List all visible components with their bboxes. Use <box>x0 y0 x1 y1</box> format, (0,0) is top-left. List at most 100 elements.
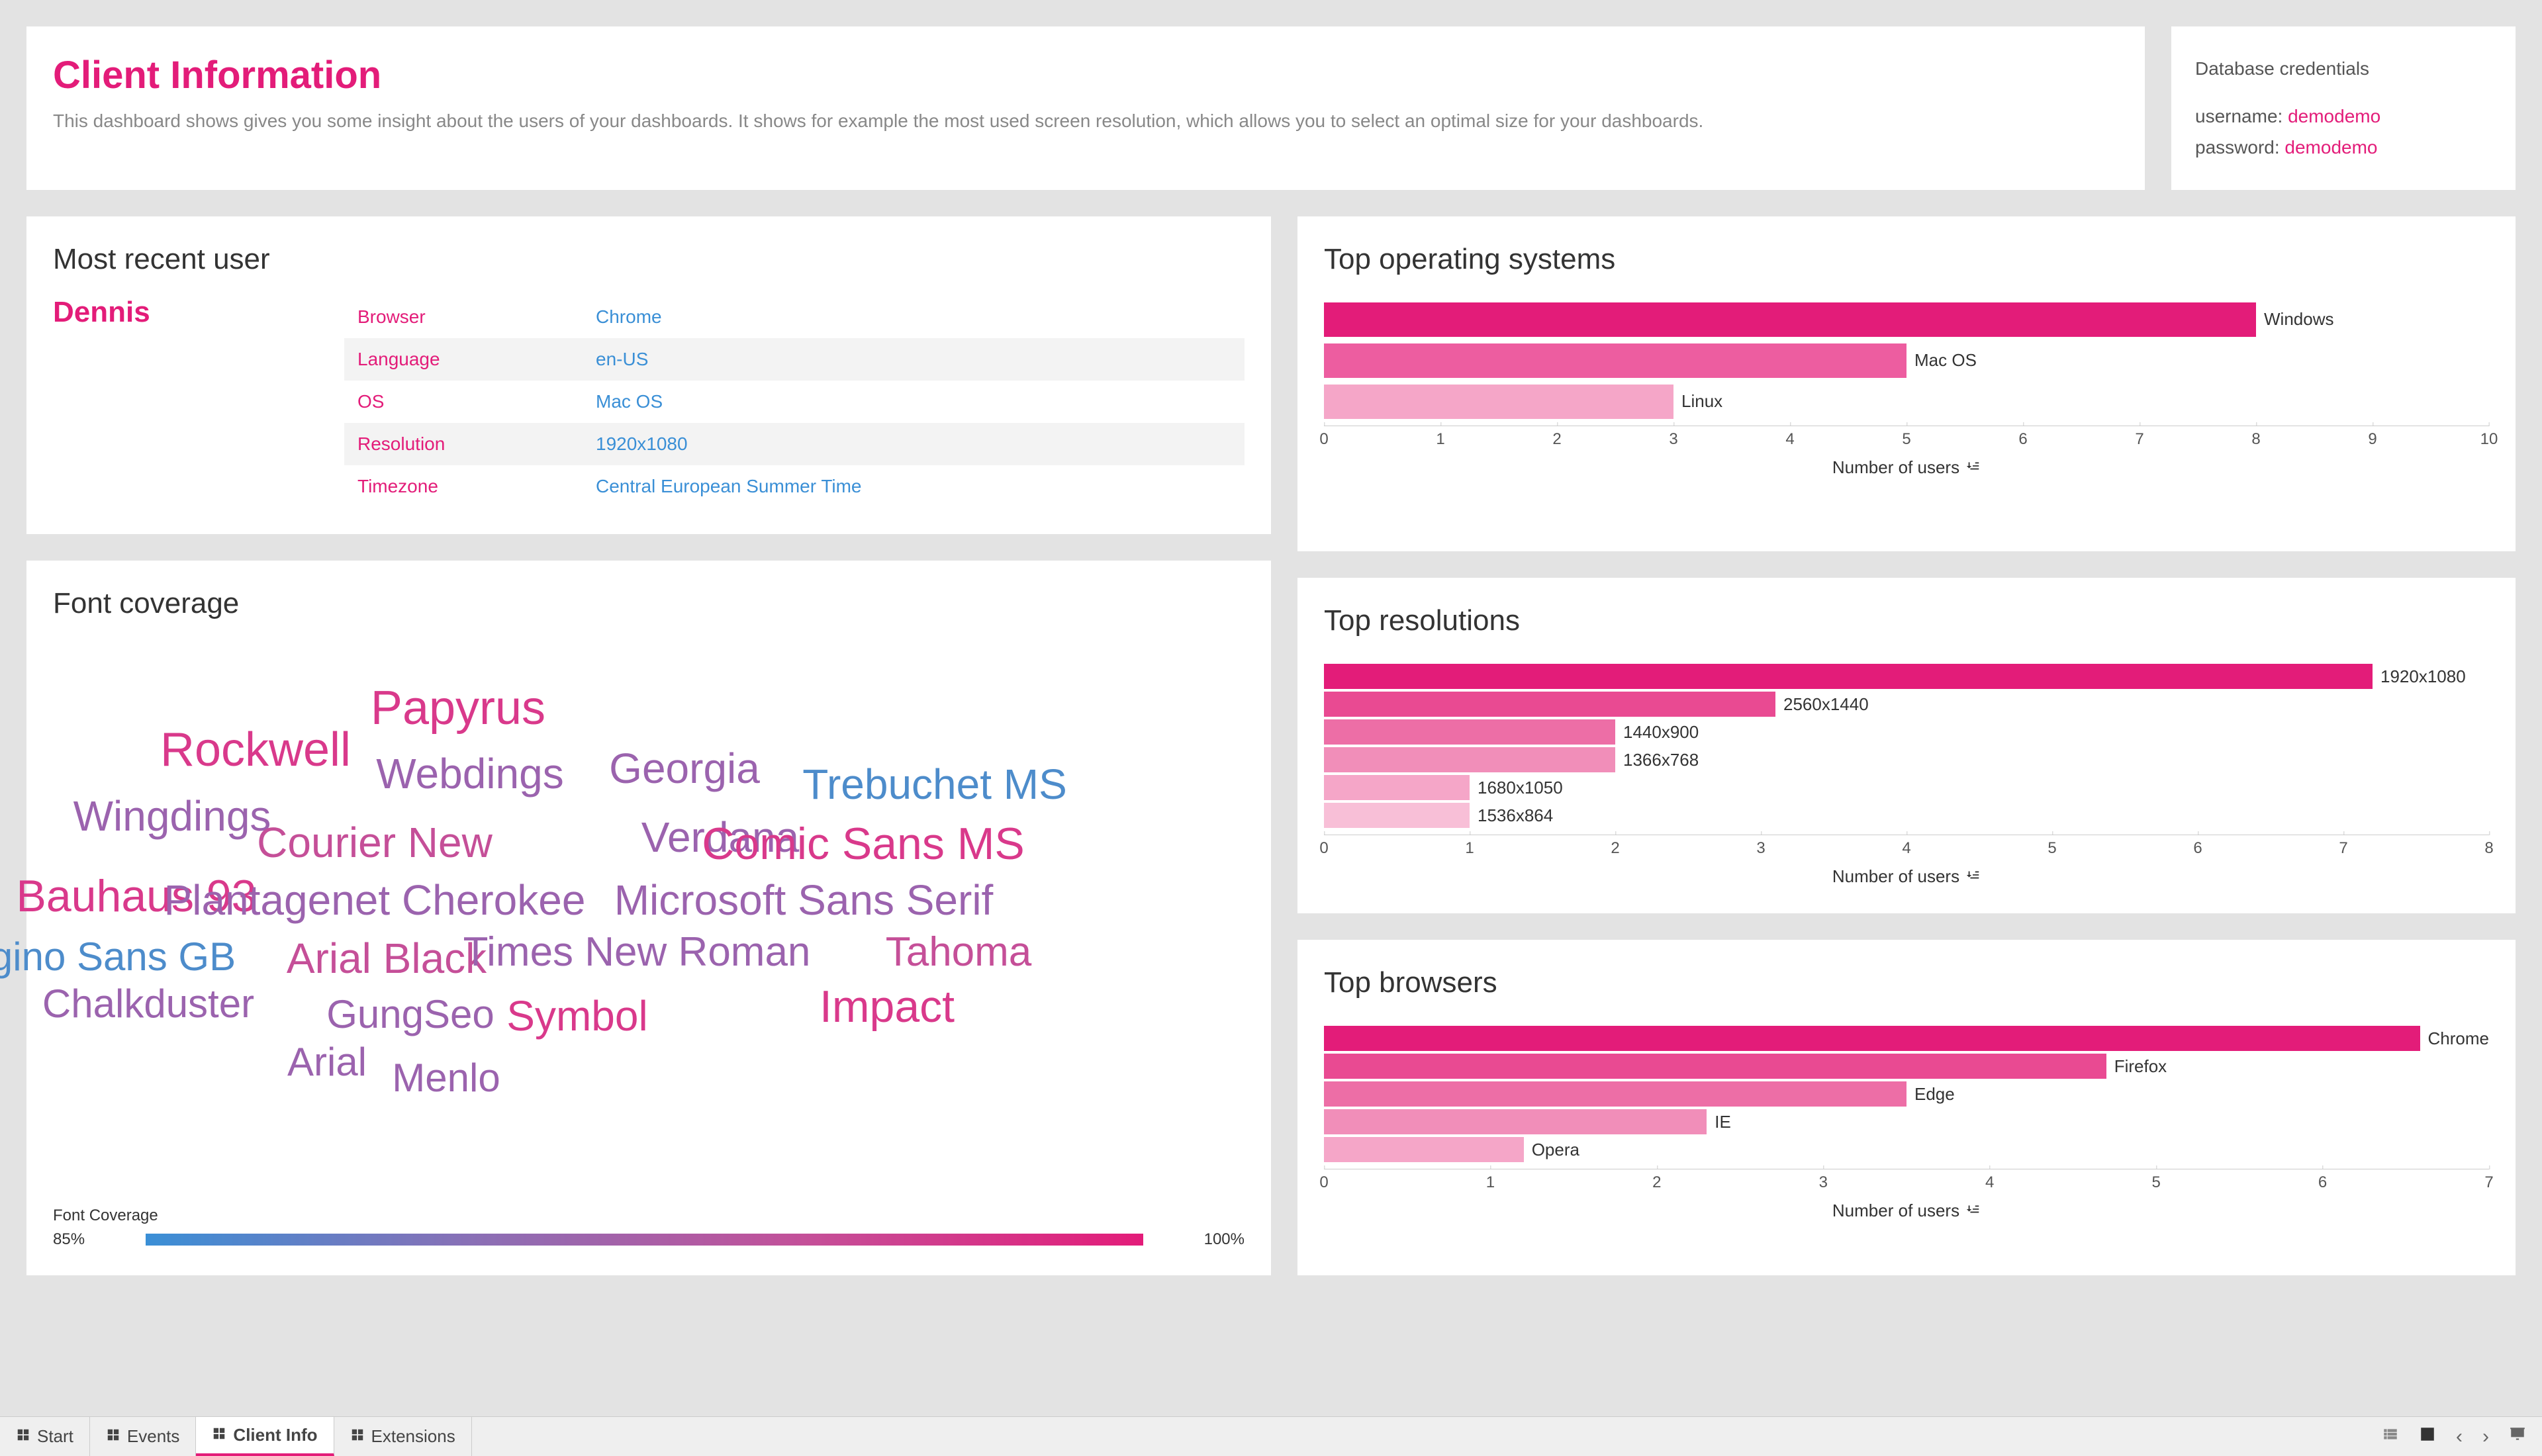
bar-label: Linux <box>1681 391 1722 412</box>
bar[interactable] <box>1324 719 1615 745</box>
wordcloud-word[interactable]: Hiragino Sans GB <box>0 934 236 979</box>
bar-row[interactable]: Chrome <box>1324 1026 2489 1051</box>
bar-row[interactable]: Linux <box>1324 385 2489 419</box>
mru-row: BrowserChrome <box>344 296 1245 338</box>
mru-value: Mac OS <box>596 391 663 412</box>
top-res-bars[interactable]: 1920x1080 2560x1440 1440x9001366x768 1680x1… <box>1324 657 2489 828</box>
font-coverage-gradient <box>146 1234 1143 1246</box>
wordcloud-word[interactable]: Symbol <box>506 991 647 1040</box>
bar-row[interactable]: 1536x864 <box>1324 803 2489 828</box>
wordcloud-word[interactable]: Wingdings <box>73 792 271 841</box>
credentials-username-label: username: <box>2195 106 2288 126</box>
bar-label: Opera <box>1532 1140 1579 1160</box>
bar-row[interactable]: 1680x1050 <box>1324 775 2489 800</box>
bar-label: Chrome <box>2428 1028 2489 1049</box>
axis-tick: 1 <box>1465 835 1474 858</box>
axis-tick: 2 <box>1652 1169 1661 1192</box>
wordcloud-word[interactable]: Arial <box>287 1039 367 1085</box>
bar-row[interactable]: Edge <box>1324 1081 2489 1107</box>
wordcloud-word[interactable]: Impact <box>820 981 955 1032</box>
tab-start[interactable]: Start <box>0 1417 90 1456</box>
bar[interactable] <box>1324 1109 1707 1134</box>
bar-row[interactable]: 1366x768 <box>1324 747 2489 772</box>
bar[interactable] <box>1324 1137 1524 1162</box>
axis-tick: 0 <box>1319 426 1328 449</box>
bar[interactable] <box>1324 803 1470 828</box>
bar[interactable] <box>1324 1026 2420 1051</box>
bar-row[interactable]: 1920x1080 <box>1324 664 2489 689</box>
top-browsers-axis: 01234567 <box>1324 1169 2489 1195</box>
axis-tick: 1 <box>1486 1169 1495 1192</box>
wordcloud-word[interactable]: Times New Roman <box>463 929 811 976</box>
wordcloud-word[interactable]: Georgia <box>609 744 760 793</box>
tab-events[interactable]: Events <box>90 1417 197 1456</box>
bar-label: 1680x1050 <box>1478 778 1563 798</box>
wordcloud-word[interactable]: Comic Sans MS <box>702 818 1024 870</box>
nav-next-icon[interactable]: › <box>2482 1426 2489 1448</box>
bar-row[interactable]: Mac OS <box>1324 343 2489 378</box>
mru-label: Resolution <box>357 433 596 455</box>
top-browsers-axis-title: Number of users <box>1324 1201 2489 1221</box>
wordcloud-word[interactable]: Trebuchet MS <box>802 760 1067 809</box>
credentials-password-row: password: demodemo <box>2195 132 2492 163</box>
bar-row[interactable]: Windows <box>1324 302 2489 337</box>
present-icon[interactable] <box>2509 1426 2526 1448</box>
font-coverage-legend-title: Font Coverage <box>53 1206 1245 1225</box>
bar[interactable] <box>1324 747 1615 772</box>
credentials-password-value: demodemo <box>2284 137 2377 158</box>
tab-bar: StartEventsClient InfoExtensions ‹ › <box>0 1416 2542 1456</box>
sort-desc-icon[interactable] <box>1966 866 1981 887</box>
wordcloud-word[interactable]: Tahoma <box>886 929 1032 976</box>
tab-client-info[interactable]: Client Info <box>196 1417 334 1456</box>
bar[interactable] <box>1324 385 1673 419</box>
bar-row[interactable]: 1440x900 <box>1324 719 2489 745</box>
bar[interactable] <box>1324 692 1775 717</box>
credentials-title: Database credentials <box>2195 53 2492 85</box>
sort-desc-icon[interactable] <box>1966 457 1981 478</box>
sort-desc-icon[interactable] <box>1966 1201 1981 1221</box>
font-coverage-legend: Font Coverage 85% 100% <box>53 1206 1245 1249</box>
bar[interactable] <box>1324 664 2373 689</box>
bar[interactable] <box>1324 302 2256 337</box>
font-coverage-legend-hi: 100% <box>1204 1230 1245 1249</box>
wordcloud-word[interactable]: Rockwell <box>160 723 351 777</box>
bar[interactable] <box>1324 775 1470 800</box>
tab-extensions[interactable]: Extensions <box>334 1417 472 1456</box>
view-grid-icon[interactable] <box>2419 1426 2436 1448</box>
bar[interactable] <box>1324 343 1906 378</box>
axis-tick: 7 <box>2135 426 2143 449</box>
bar-row[interactable]: IE <box>1324 1109 2489 1134</box>
credentials-username-value: demodemo <box>2288 106 2380 126</box>
bar[interactable] <box>1324 1054 2106 1079</box>
font-coverage-legend-lo: 85% <box>53 1230 85 1249</box>
bar-row[interactable]: 2560x1440 <box>1324 692 2489 717</box>
view-list-icon[interactable] <box>2382 1426 2399 1448</box>
axis-tick: 6 <box>2018 426 2027 449</box>
wordcloud-word[interactable]: Webdings <box>376 749 563 798</box>
bar-row[interactable]: Firefox <box>1324 1054 2489 1079</box>
font-coverage-title: Font coverage <box>53 587 1245 620</box>
wordcloud-word[interactable]: GungSeo <box>326 991 494 1037</box>
mru-user-name: Dennis <box>53 296 344 508</box>
bar-row[interactable]: Opera <box>1324 1137 2489 1162</box>
wordcloud-word[interactable]: Arial Black <box>287 934 487 983</box>
header-card: Client Information This dashboard shows … <box>26 26 2145 190</box>
bar-label: 2560x1440 <box>1783 694 1869 715</box>
wordcloud-word[interactable]: Chalkduster <box>42 981 254 1026</box>
mru-label: Language <box>357 349 596 370</box>
top-browsers-bars[interactable]: Chrome FirefoxEdgeIE Opera <box>1324 1019 2489 1162</box>
font-coverage-wordcloud[interactable]: Papyrus Rockwell Webdings Georgia Trebuchet … <box>53 660 1245 1187</box>
top-os-bars[interactable]: Windows Mac OS Linux <box>1324 296 2489 419</box>
axis-tick: 5 <box>2048 835 2056 858</box>
bar[interactable] <box>1324 1081 1906 1107</box>
mru-row: OSMac OS <box>344 381 1245 423</box>
wordcloud-word[interactable]: Menlo <box>392 1055 500 1101</box>
wordcloud-word[interactable]: Microsoft Sans Serif <box>614 876 994 925</box>
top-res-title: Top resolutions <box>1324 604 2489 637</box>
nav-prev-icon[interactable]: ‹ <box>2456 1426 2463 1448</box>
wordcloud-word[interactable]: Papyrus <box>371 681 545 735</box>
bar-label: Mac OS <box>1914 350 1977 371</box>
top-browsers-card: Top browsers ChromeFirefoxEdgeIEOpera 01… <box>1297 940 2516 1275</box>
wordcloud-word[interactable]: Plantagenet Cherokee <box>164 876 586 925</box>
wordcloud-word[interactable]: Courier New <box>257 818 493 867</box>
